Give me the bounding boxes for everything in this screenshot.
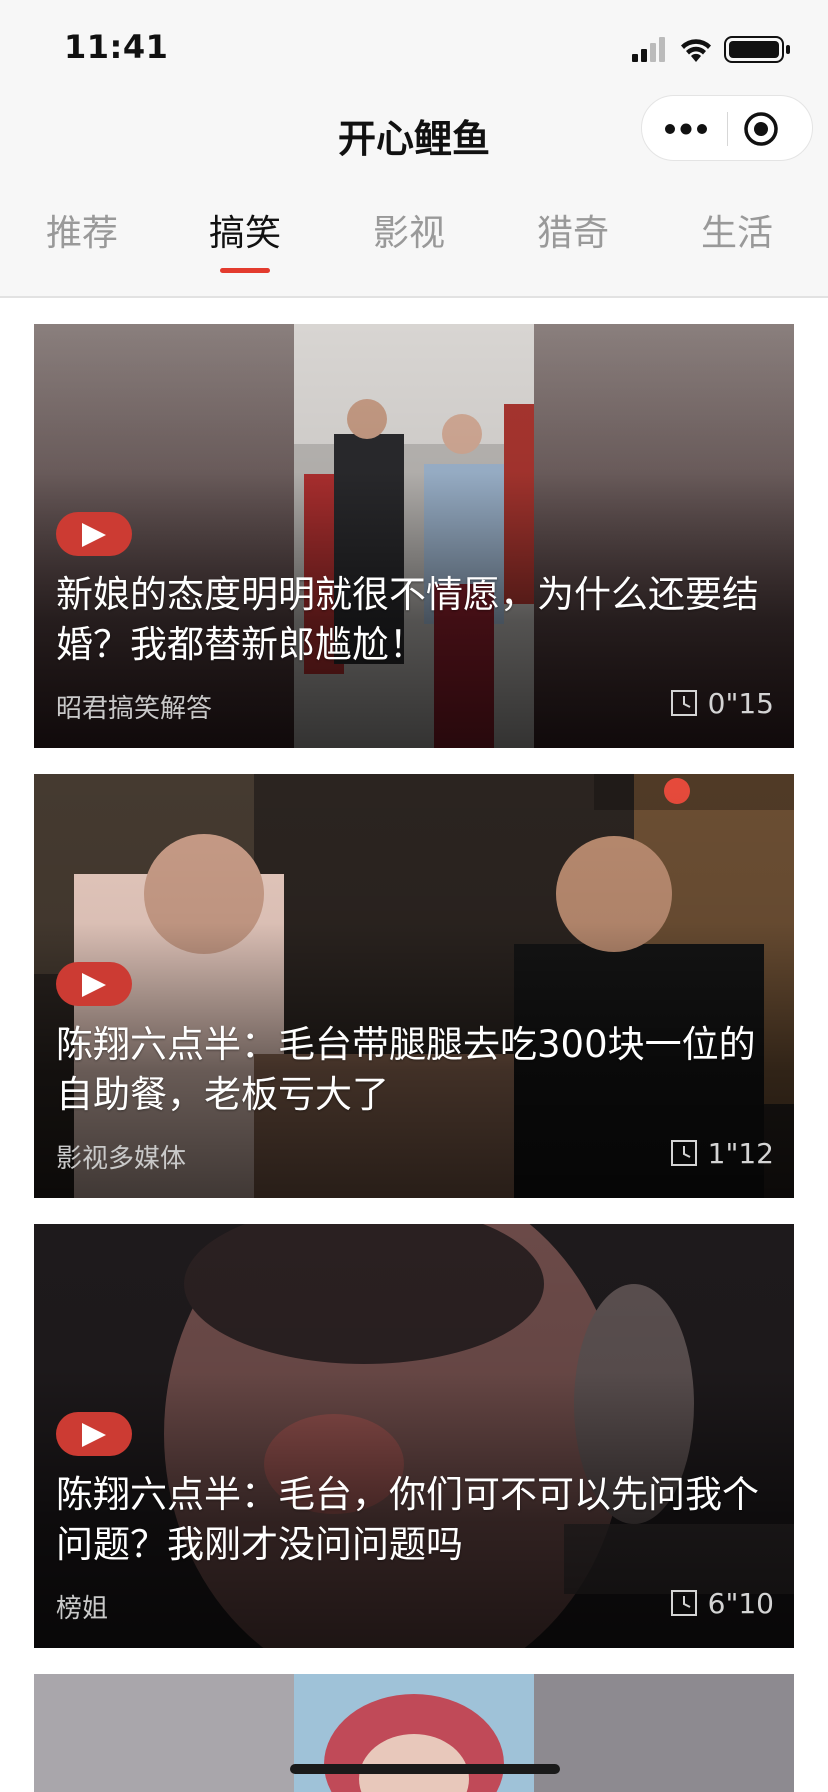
- play-icon: [82, 523, 106, 547]
- thumbnail-shade: [34, 774, 794, 1198]
- tab-funny[interactable]: 搞笑: [185, 204, 305, 256]
- video-duration: 0"15: [670, 686, 774, 720]
- video-card[interactable]: 新娘的态度明明就很不情愿，为什么还要结婚？我都替新郎尴尬！ 昭君搞笑解答 0"1…: [34, 324, 794, 748]
- home-indicator: [290, 1764, 560, 1774]
- duration-text: 1"12: [707, 1136, 774, 1170]
- video-card[interactable]: 陈翔六点半：毛台带腿腿去吃300块一位的自助餐，老板亏大了 影视多媒体 1"12: [34, 774, 794, 1198]
- nav-bar: 开心鲤鱼: [0, 86, 828, 182]
- play-badge[interactable]: [56, 512, 132, 556]
- tab-curious[interactable]: 猎奇: [513, 204, 633, 256]
- target-close-icon: [744, 112, 778, 146]
- play-badge[interactable]: [56, 962, 132, 1006]
- status-time: 11:41: [64, 28, 169, 66]
- play-icon: [82, 1423, 106, 1447]
- mini-program-capsule: [641, 95, 813, 161]
- more-options-button[interactable]: [658, 112, 714, 146]
- tab-life[interactable]: 生活: [677, 204, 797, 256]
- video-author: 榜姐: [56, 1594, 109, 1624]
- video-duration: 6"10: [670, 1586, 774, 1620]
- more-dots-icon: [665, 123, 707, 135]
- video-duration: 1"12: [670, 1136, 774, 1170]
- video-thumbnail: [34, 1674, 794, 1792]
- play-icon: [82, 973, 106, 997]
- wifi-icon: [681, 39, 711, 62]
- video-title: 新娘的态度明明就很不情愿，为什么还要结婚？我都替新郎尴尬！: [56, 573, 759, 666]
- thumbnail-shade: [34, 324, 794, 748]
- status-bar: 11:41: [0, 0, 828, 96]
- category-tab-bar: 推荐 搞笑 影视 猎奇 生活: [0, 182, 828, 298]
- video-title: 陈翔六点半：毛台，你们可不可以先问我个问题？我刚才没问问题吗: [56, 1473, 759, 1566]
- battery-icon: [724, 36, 790, 63]
- duration-text: 6"10: [707, 1586, 774, 1620]
- video-title: 陈翔六点半：毛台带腿腿去吃300块一位的自助餐，老板亏大了: [56, 1023, 756, 1116]
- video-card[interactable]: [34, 1674, 794, 1792]
- tab-film[interactable]: 影视: [349, 204, 469, 256]
- clock-icon: [670, 1590, 697, 1616]
- video-author: 昭君搞笑解答: [56, 694, 213, 724]
- close-miniprogram-button[interactable]: [742, 110, 780, 148]
- video-author: 影视多媒体: [56, 1144, 187, 1174]
- duration-text: 0"15: [707, 686, 774, 720]
- clock-icon: [670, 690, 697, 716]
- clock-icon: [670, 1140, 697, 1166]
- video-card[interactable]: 陈翔六点半：毛台，你们可不可以先问我个问题？我刚才没问问题吗 榜姐 6"10: [34, 1224, 794, 1648]
- signal-icon: [632, 37, 665, 62]
- status-icons: [632, 34, 794, 64]
- active-tab-indicator: [220, 268, 270, 273]
- capsule-divider: [727, 112, 728, 146]
- tab-recommend[interactable]: 推荐: [22, 204, 142, 256]
- play-badge[interactable]: [56, 1412, 132, 1456]
- thumbnail-shade: [34, 1224, 794, 1648]
